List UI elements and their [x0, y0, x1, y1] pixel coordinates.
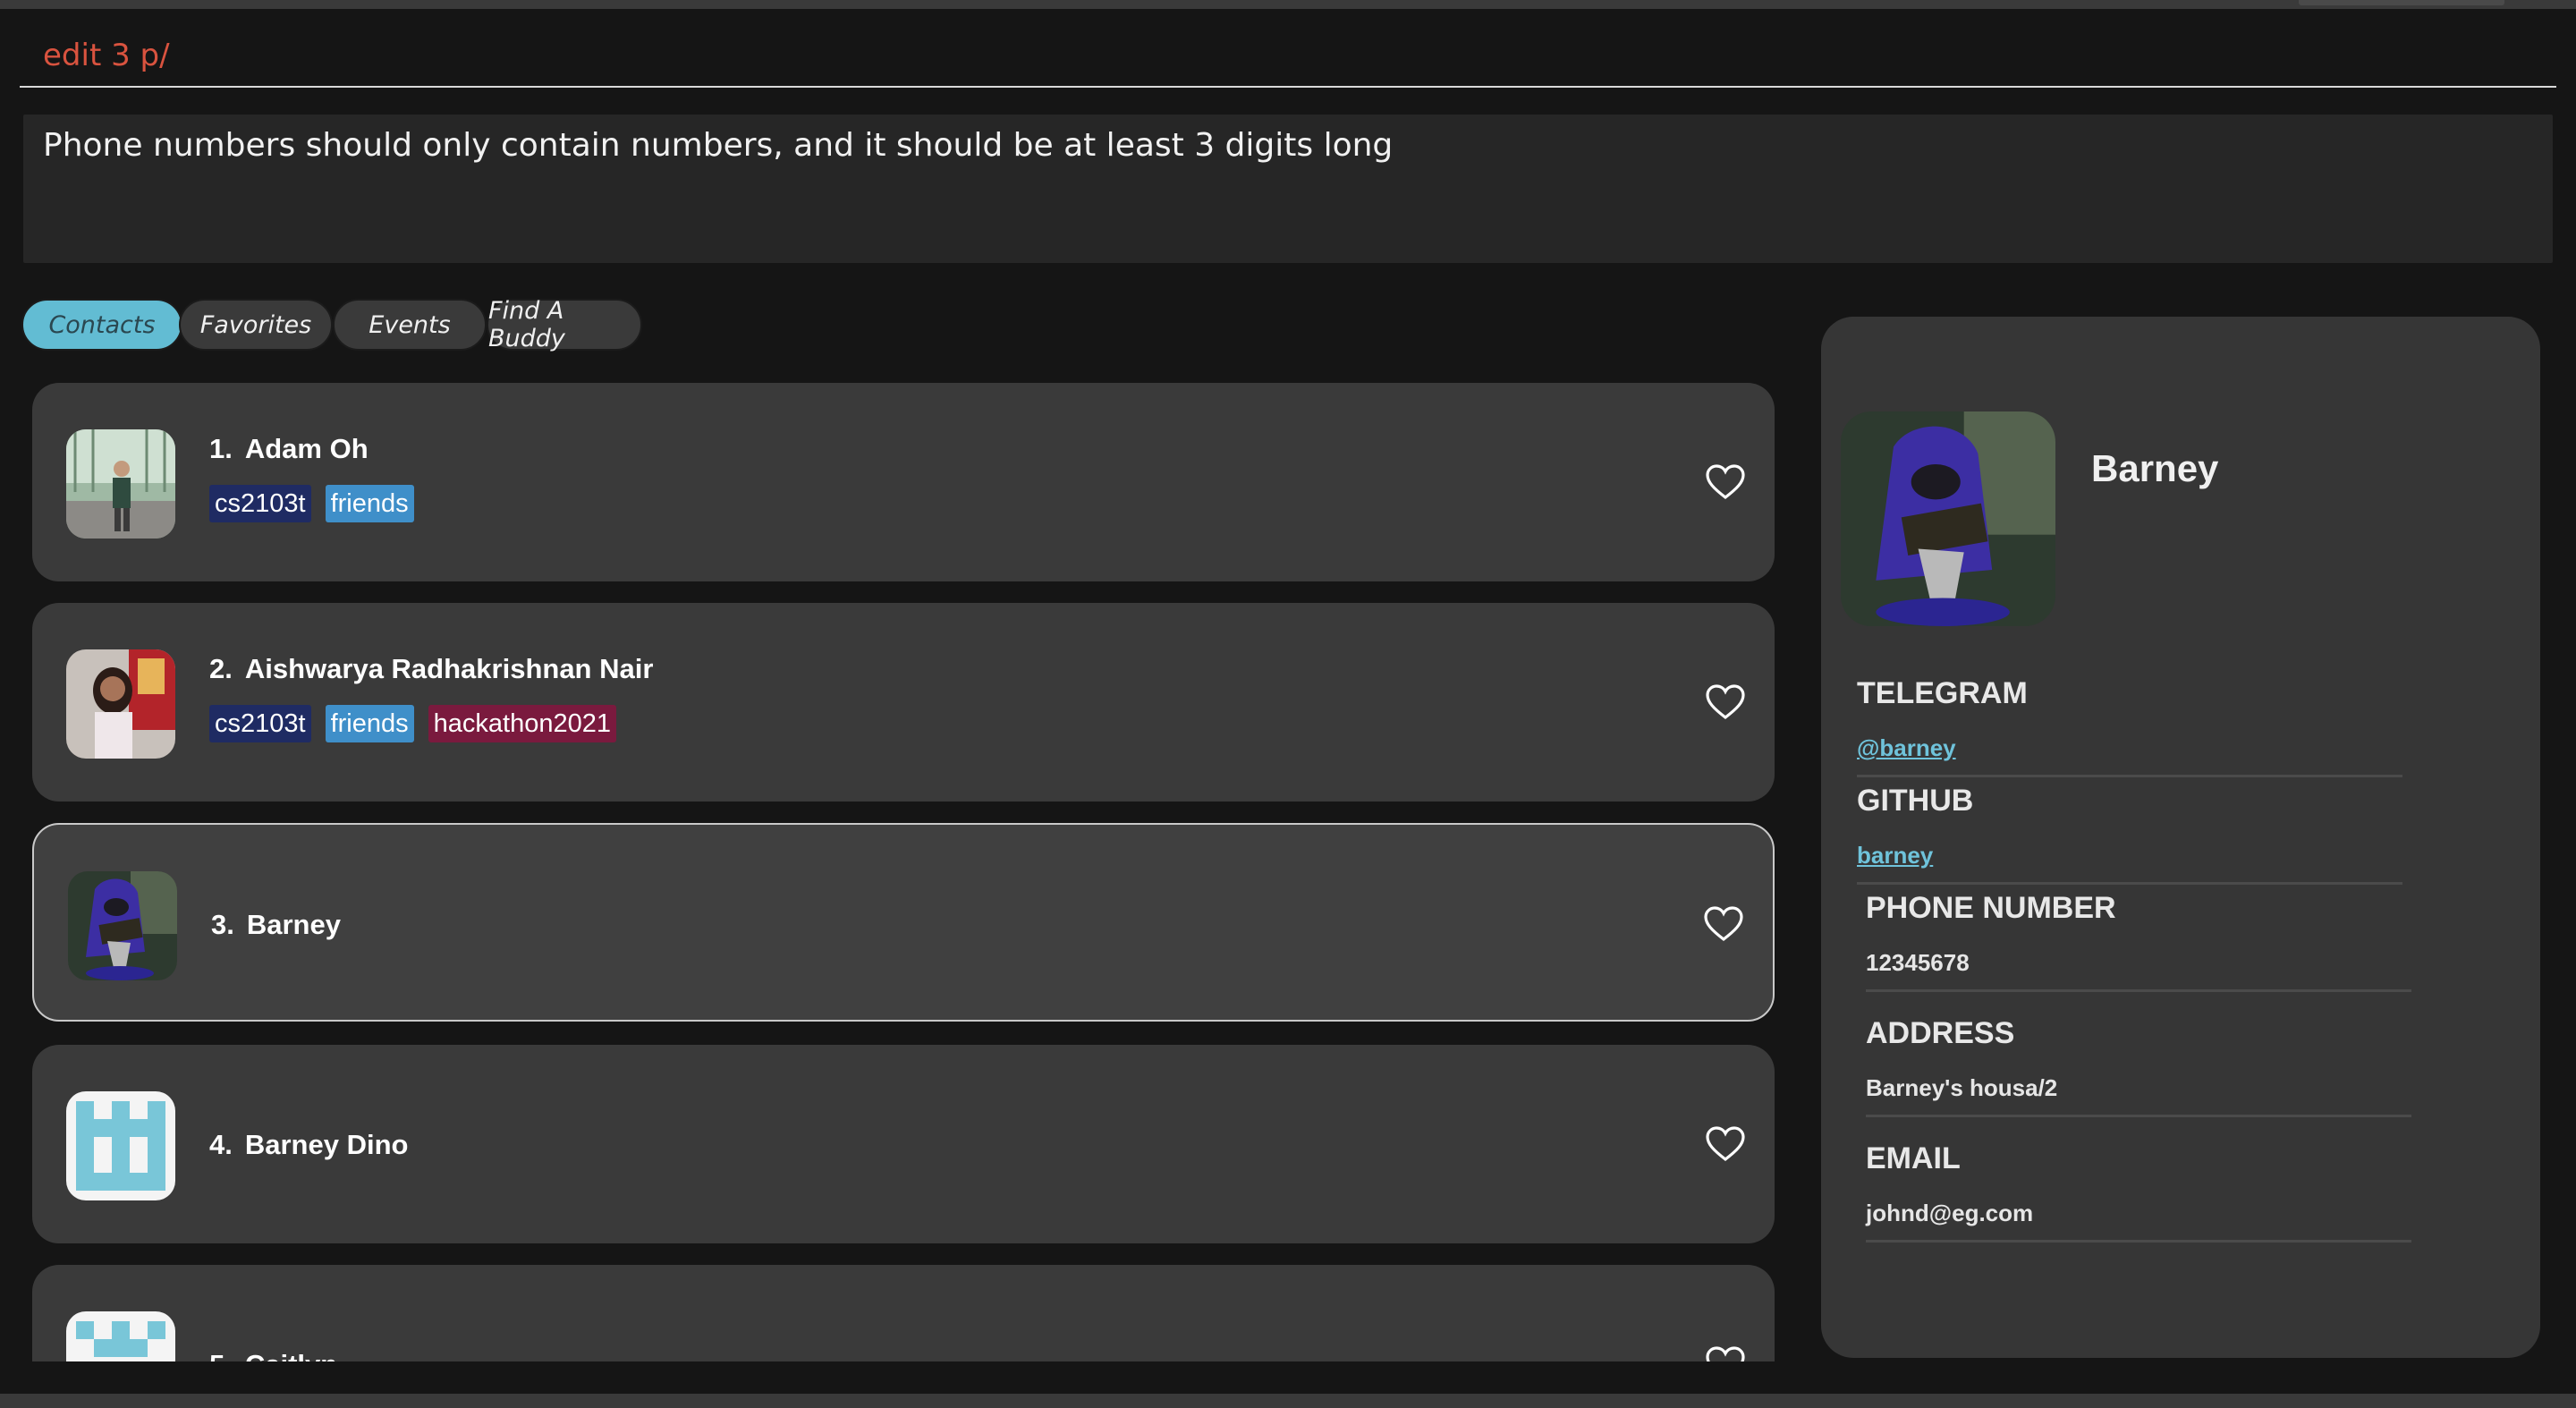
tag-list: cs2103t friends hackathon2021 [209, 705, 616, 742]
tab-contacts[interactable]: Contacts [21, 299, 182, 351]
email-value: johnd@eg.com [1866, 1200, 2034, 1226]
tag-badge: friends [325, 705, 414, 742]
contact-list[interactable]: 1. Adam Oh cs2103t friends 2. Aishwarya … [30, 381, 1776, 1361]
contact-card[interactable]: 1. Adam Oh cs2103t friends [32, 383, 1775, 581]
window-tab-hint [2299, 0, 2504, 5]
window-top-bar [0, 0, 2576, 9]
tab-favorites[interactable]: Favorites [179, 299, 333, 351]
contact-detail-panel: Barney TELEGRAM @barney GITHUB barney PH… [1821, 317, 2540, 1358]
contact-name-line: 4. Barney Dino [209, 1129, 408, 1161]
app-window: edit 3 p/ Phone numbers should only cont… [0, 0, 2576, 1408]
contact-name: Aishwarya Radhakrishnan Nair [244, 653, 654, 684]
cartoon-avatar [68, 871, 177, 980]
phone-field: PHONE NUMBER 12345678 [1866, 891, 2411, 992]
phone-value: 12345678 [1866, 949, 1970, 976]
telegram-label: TELEGRAM [1857, 676, 2028, 710]
tab-bar: Contacts Favorites Events Find A Buddy [21, 297, 642, 352]
heart-icon[interactable] [1705, 1125, 1746, 1163]
contact-name: Adam Oh [244, 433, 369, 464]
contact-name-line: 5. Caitlyn [209, 1349, 337, 1361]
github-field: GITHUB barney [1857, 784, 2402, 885]
tag-badge: friends [325, 485, 414, 522]
contact-card[interactable]: 5. Caitlyn [32, 1265, 1775, 1361]
tab-events[interactable]: Events [333, 299, 487, 351]
email-label: EMAIL [1866, 1141, 1961, 1175]
command-input-box[interactable]: edit 3 p/ [20, 27, 2556, 88]
contact-name: Caitlyn [245, 1349, 337, 1361]
contact-name-line: 2. Aishwarya Radhakrishnan Nair [209, 653, 653, 685]
cartoon-avatar [1841, 411, 2055, 626]
telegram-field: TELEGRAM @barney [1857, 676, 2402, 777]
heart-icon[interactable] [1705, 1345, 1746, 1361]
contact-name: Barney Dino [244, 1129, 409, 1160]
github-label: GITHUB [1857, 784, 1974, 818]
result-message: Phone numbers should only contain number… [43, 127, 1394, 164]
window-bottom-bar [0, 1394, 2576, 1408]
contact-card[interactable]: 2. Aishwarya Radhakrishnan Nair cs2103t f… [32, 603, 1775, 802]
photo-avatar [66, 429, 175, 539]
contact-index: 1. [209, 433, 233, 464]
email-field: EMAIL johnd@eg.com [1866, 1141, 2411, 1243]
tag-badge: cs2103t [209, 705, 311, 742]
tab-find-a-buddy[interactable]: Find A Buddy [487, 297, 642, 352]
detail-name: Barney [2091, 447, 2219, 489]
photo-avatar [66, 649, 175, 759]
identicon-avatar [66, 1311, 175, 1361]
result-display: Phone numbers should only contain number… [23, 115, 2553, 263]
address-field: ADDRESS Barney's housa/2 [1866, 1016, 2411, 1117]
contact-index: 5. [209, 1349, 233, 1361]
address-value: Barney's housa/2 [1866, 1074, 2058, 1101]
tag-list: cs2103t friends [209, 485, 414, 522]
contact-card-selected[interactable]: 3. Barney [32, 823, 1775, 1022]
contact-index: 3. [211, 909, 234, 940]
tag-badge: cs2103t [209, 485, 311, 522]
contact-card[interactable]: 4. Barney Dino [32, 1045, 1775, 1243]
contact-name: Barney [246, 909, 341, 940]
github-link[interactable]: barney [1857, 842, 2402, 882]
heart-icon[interactable] [1705, 683, 1746, 721]
address-label: ADDRESS [1866, 1016, 2015, 1050]
heart-icon[interactable] [1705, 463, 1746, 501]
identicon-avatar [66, 1091, 175, 1200]
phone-label: PHONE NUMBER [1866, 891, 2116, 925]
tag-badge: hackathon2021 [428, 705, 616, 742]
contact-name-line: 1. Adam Oh [209, 433, 369, 465]
contact-index: 2. [209, 653, 233, 684]
command-input[interactable]: edit 3 p/ [43, 38, 170, 73]
telegram-link[interactable]: @barney [1857, 734, 2402, 775]
contact-index: 4. [209, 1129, 233, 1160]
contact-name-line: 3. Barney [211, 909, 341, 941]
heart-icon[interactable] [1703, 905, 1744, 943]
